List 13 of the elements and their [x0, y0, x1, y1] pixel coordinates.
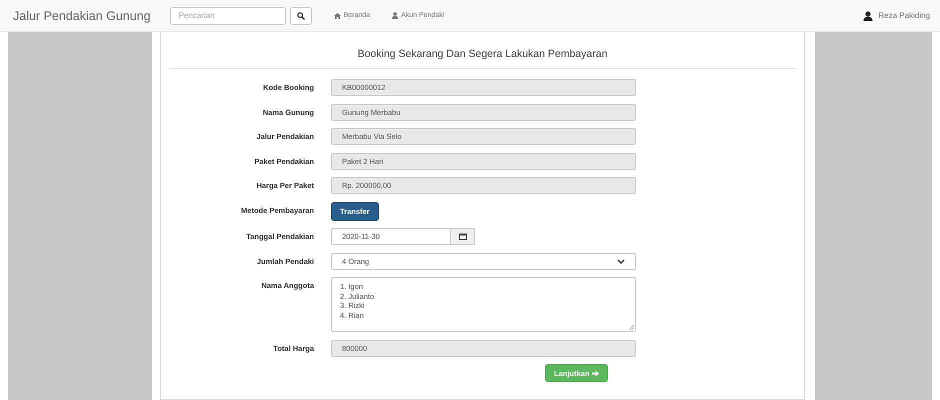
- chevron-down-icon: [617, 258, 625, 264]
- search-field[interactable]: Pencarian: [170, 6, 286, 24]
- user-icon: [863, 10, 874, 20]
- brand-title[interactable]: Jalur Pendakian Gunung: [13, 8, 151, 22]
- search-icon: [296, 12, 305, 20]
- home-icon: [334, 12, 341, 18]
- resize-grip-icon[interactable]: [629, 325, 634, 330]
- search-button[interactable]: [290, 6, 312, 24]
- form-title: Booking Sekarang Dan Segera Lakukan Pembayaran: [169, 32, 796, 69]
- arrow-right-icon: [592, 370, 600, 376]
- user-icon: [392, 12, 398, 19]
- user-name[interactable]: Reza Pakiding: [878, 11, 930, 20]
- calendar-icon[interactable]: [458, 233, 466, 240]
